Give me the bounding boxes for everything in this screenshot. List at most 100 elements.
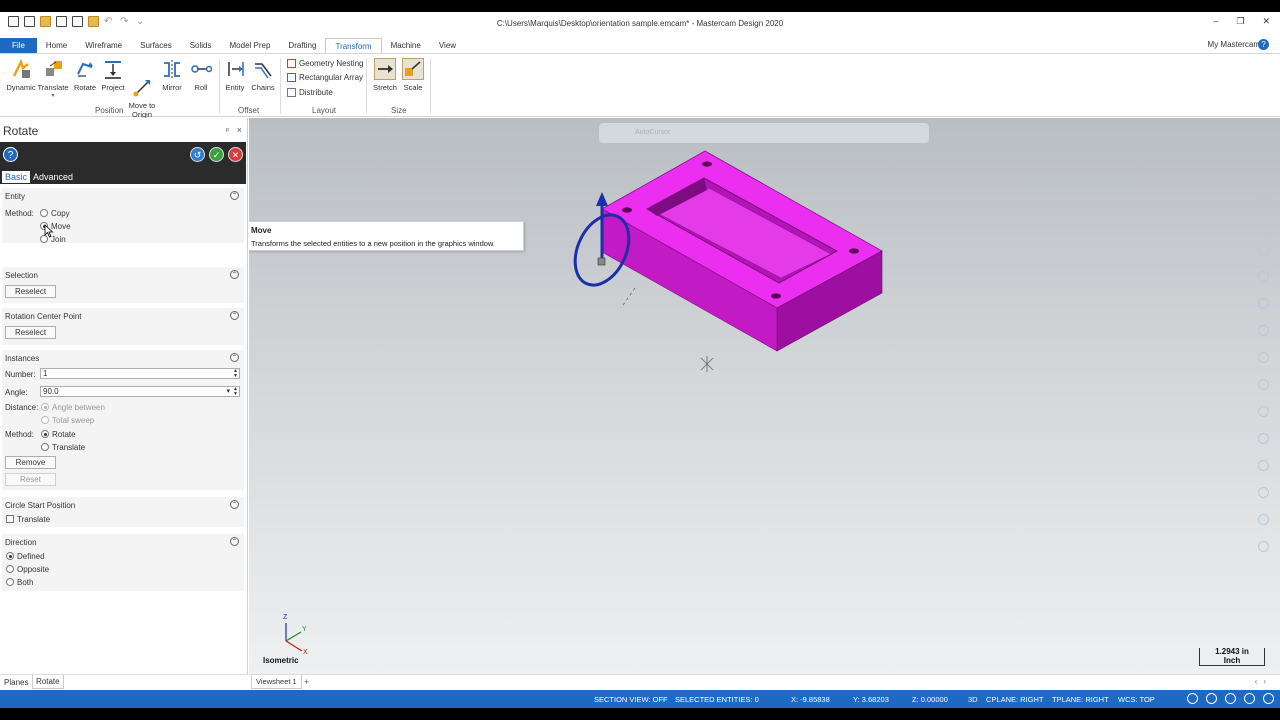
angle-spinner-icon[interactable]: ▲ ▼ — [233, 387, 238, 397]
grid-icon[interactable] — [1206, 693, 1217, 704]
rotate-gizmo-handle[interactable] — [597, 257, 606, 266]
collapse-icon[interactable]: ⌃ — [230, 191, 239, 200]
direction-opposite-radio[interactable] — [6, 565, 14, 573]
translate-dropdown-icon[interactable]: ▾ — [37, 92, 69, 101]
tab-advanced[interactable]: Advanced — [30, 171, 76, 183]
hide-icon[interactable] — [1258, 514, 1269, 525]
number-spinner-icon[interactable]: ▲ ▼ — [233, 369, 238, 379]
fit-icon[interactable] — [1258, 244, 1269, 255]
wireframe-icon[interactable] — [1258, 298, 1269, 309]
offset-entity-button[interactable]: Entity — [223, 58, 247, 92]
remove-button[interactable]: Remove — [5, 456, 56, 469]
my-mastercam-link[interactable]: My Mastercam — [1208, 40, 1260, 49]
selected-entities-status[interactable]: SELECTED ENTITIES: 0 — [675, 695, 759, 704]
total-sweep-radio[interactable] — [41, 416, 49, 424]
y-coordinate: Y: 3.68203 — [853, 695, 889, 704]
tab-file[interactable]: File — [0, 38, 37, 53]
roll-button[interactable]: Roll — [188, 58, 214, 92]
bolt-hole — [622, 207, 632, 213]
ok-icon[interactable]: ✓ — [209, 147, 224, 162]
angle-between-radio[interactable] — [41, 403, 49, 411]
tplane-status[interactable]: TPLANE: RIGHT — [1052, 695, 1109, 704]
tab-rotate[interactable]: Rotate — [32, 675, 64, 689]
distribute-button[interactable]: Distribute — [287, 88, 333, 97]
close-button[interactable]: ✕ — [1262, 16, 1270, 27]
cplane-status[interactable]: CPLANE: RIGHT — [986, 695, 1044, 704]
dimension-icon[interactable] — [1258, 352, 1269, 363]
graphics-window[interactable]: AutoCursor Z Y X Isometric Move Transfor… — [249, 118, 1280, 674]
display-icon[interactable] — [1244, 693, 1255, 704]
reset-button[interactable]: Reset — [5, 473, 56, 486]
wcs-status[interactable]: WCS: TOP — [1118, 695, 1155, 704]
tab-view[interactable]: View — [430, 38, 465, 53]
viewsheet-tab[interactable]: Viewsheet 1 — [251, 675, 302, 689]
center-reselect-button[interactable]: Reselect — [5, 326, 56, 339]
lighting-icon[interactable] — [1263, 693, 1274, 704]
maximize-button[interactable]: ❐ — [1236, 16, 1244, 27]
scale-button[interactable]: Scale — [400, 58, 426, 92]
pin-icon[interactable]: ᵖ — [226, 126, 229, 135]
mirror-button[interactable]: Mirror — [159, 58, 185, 92]
tab-machine[interactable]: Machine — [382, 38, 430, 53]
ribbon-separator — [280, 58, 281, 114]
tab-home[interactable]: Home — [37, 38, 76, 53]
number-field[interactable]: 1 ▲ ▼ — [40, 368, 240, 379]
tab-basic[interactable]: Basic — [2, 171, 31, 183]
help-icon[interactable]: ? — [3, 147, 18, 162]
rectangular-array-button[interactable]: Rectangular Array — [287, 73, 363, 82]
unzoom-icon[interactable] — [1258, 217, 1269, 228]
collapse-icon[interactable]: ⌃ — [230, 500, 239, 509]
color-icon[interactable] — [1258, 379, 1269, 390]
collapse-icon[interactable]: ⌃ — [230, 353, 239, 362]
clear-icon[interactable] — [1258, 541, 1269, 552]
method-translate-radio[interactable] — [41, 443, 49, 451]
translate-button[interactable]: Translate ▾ — [37, 58, 69, 101]
tab-transform[interactable]: Transform — [325, 38, 382, 53]
attribute-icon[interactable] — [1258, 433, 1269, 444]
direction-defined-radio[interactable] — [6, 552, 14, 560]
settings-icon[interactable] — [1258, 487, 1269, 498]
shading-icon[interactable] — [1225, 693, 1236, 704]
method-rotate-radio[interactable] — [41, 430, 49, 438]
direction-both-radio[interactable] — [6, 578, 14, 586]
angle-field[interactable]: 90.0 ▾ ▲ ▼ — [40, 386, 240, 397]
add-viewsheet-icon[interactable]: + — [304, 677, 309, 687]
section-icon[interactable] — [1258, 460, 1269, 471]
move-to-origin-button[interactable]: Move to Origin — [127, 58, 157, 119]
panel-close-icon[interactable]: × — [237, 125, 242, 135]
method-copy-radio[interactable] — [40, 209, 48, 217]
tab-surfaces[interactable]: Surfaces — [131, 38, 181, 53]
cancel-icon[interactable]: ✕ — [228, 147, 243, 162]
tab-solids[interactable]: Solids — [181, 38, 221, 53]
collapse-icon[interactable]: ⌃ — [230, 537, 239, 546]
shaded-icon[interactable] — [1258, 325, 1269, 336]
viewsheet-scroll-icon[interactable]: ‹› — [1255, 677, 1272, 686]
analyze-icon[interactable] — [1258, 271, 1269, 282]
rotate-button[interactable]: Rotate — [72, 58, 98, 92]
tab-drafting[interactable]: Drafting — [279, 38, 325, 53]
project-button[interactable]: Project — [100, 58, 126, 92]
minimize-button[interactable]: – — [1213, 16, 1218, 27]
zoom-icon[interactable] — [1258, 190, 1269, 201]
collapse-icon[interactable]: ⌃ — [230, 270, 239, 279]
geometry-nesting-button[interactable]: Geometry Nesting — [287, 59, 363, 68]
angle-dropdown-icon[interactable]: ▾ — [226, 387, 230, 396]
globe-icon[interactable] — [1187, 693, 1198, 704]
translate-checkbox[interactable] — [6, 515, 14, 523]
help-icon[interactable]: ? — [1258, 39, 1269, 50]
offset-chains-button[interactable]: Chains — [250, 58, 276, 92]
section-view-status[interactable]: SECTION VIEW: OFF — [594, 695, 668, 704]
rotate-gizmo-arrow[interactable] — [596, 192, 608, 206]
selection-reselect-button[interactable]: Reselect — [5, 285, 56, 298]
mode-3d-toggle[interactable]: 3D — [968, 695, 978, 704]
level-icon[interactable] — [1258, 406, 1269, 417]
angle-label: Angle: — [5, 388, 28, 397]
tab-planes[interactable]: Planes — [4, 678, 28, 687]
tab-model-prep[interactable]: Model Prep — [221, 38, 280, 53]
angle-between-label: Angle between — [52, 403, 105, 412]
tab-wireframe[interactable]: Wireframe — [76, 38, 131, 53]
dynamic-button[interactable]: Dynamic — [6, 58, 36, 92]
collapse-icon[interactable]: ⌃ — [230, 311, 239, 320]
ok-and-create-new-icon[interactable]: ↺ — [190, 147, 205, 162]
stretch-button[interactable]: Stretch — [371, 58, 399, 92]
